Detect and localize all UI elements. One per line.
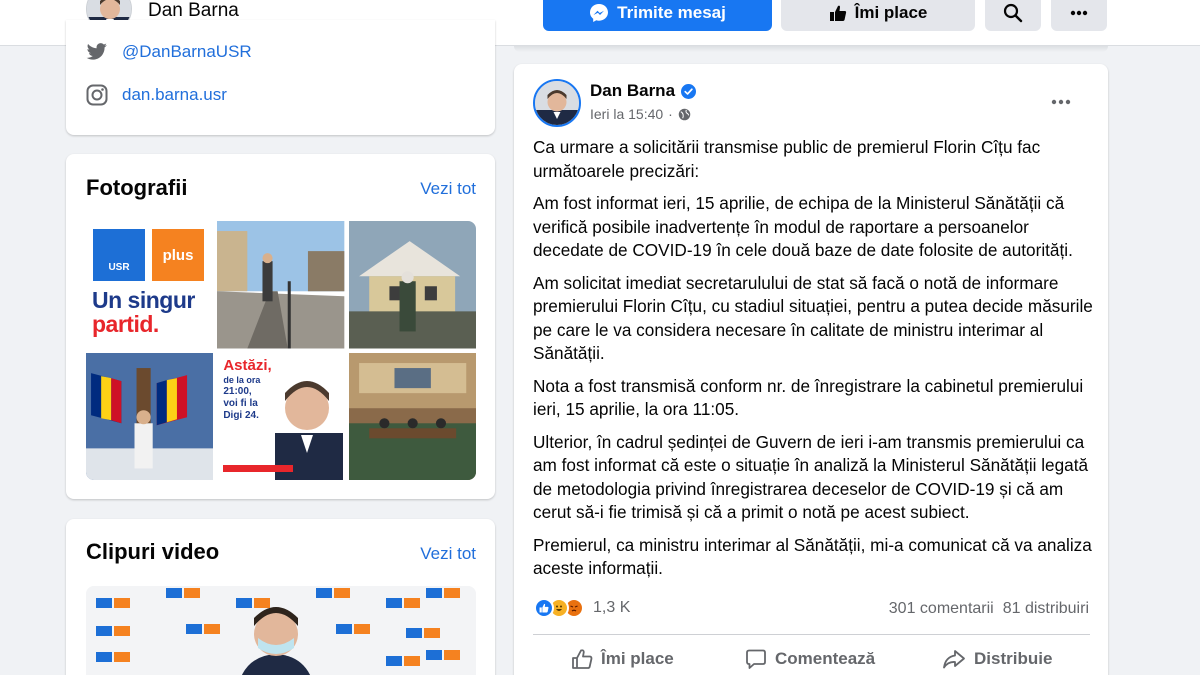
post-body: Ca urmare a solicitării transmise public…	[533, 136, 1095, 590]
like-page-label: Îmi place	[854, 2, 928, 22]
announcement-banner	[223, 464, 294, 472]
twitter-link[interactable]: @DanBarnaUSR	[122, 42, 252, 62]
post-author-avatar[interactable]	[533, 79, 581, 127]
photo-parliament[interactable]	[348, 352, 476, 480]
send-message-label: Trimite mesaj	[617, 2, 726, 22]
post-paragraph: Nota a fost transmisă conform nr. de înr…	[533, 375, 1084, 420]
comments-count[interactable]: 301 comentarii	[889, 600, 994, 618]
meta-separator: ·	[668, 106, 673, 122]
search-button[interactable]	[985, 0, 1041, 31]
poster-line-1: Un singur	[92, 287, 195, 313]
post-paragraph: Premierul, ca ministru interimar al Sănă…	[533, 534, 1092, 579]
announcement-headline: Astăzi,	[223, 356, 272, 374]
search-icon	[1003, 3, 1023, 22]
twitter-icon	[86, 43, 107, 60]
announcement-line-4: voi fi la	[223, 397, 258, 409]
post-author: Dan Barna	[590, 81, 697, 101]
photo-grid: USR plus Un singur partid. Astăzi, de la…	[86, 221, 476, 480]
reaction-count: 1,3 K	[593, 599, 631, 616]
intro-card: @DanBarnaUSR dan.barna.usr	[66, 20, 495, 135]
verified-badge-icon	[681, 83, 697, 99]
photo-digi24-announcement[interactable]: Astăzi, de la ora 21:00, voi fi la Digi …	[217, 352, 345, 480]
post-timestamp[interactable]: Ieri la 15:40	[590, 106, 663, 122]
reactions-summary[interactable]: 1,3 K	[534, 598, 630, 618]
globe-icon	[678, 108, 691, 120]
announcement-line-2: de la ora	[223, 374, 261, 385]
plus-logo-text: plus	[162, 246, 194, 264]
photos-see-all-link[interactable]: Vezi tot	[420, 179, 476, 199]
messenger-icon	[590, 3, 609, 22]
photo-usr-plus-poster[interactable]: USR plus Un singur partid.	[86, 221, 214, 349]
instagram-icon	[86, 84, 108, 106]
share-action-label: Distribuie	[974, 649, 1053, 668]
photo-street[interactable]	[217, 221, 345, 349]
announcement-line-5: Digi 24.	[223, 409, 259, 421]
share-arrow-icon	[943, 650, 965, 669]
share-action-button[interactable]: Distribuie	[942, 648, 1052, 670]
announcement-line-3: 21:00,	[223, 385, 252, 397]
thumbs-up-outline-icon	[572, 649, 593, 669]
poster-line-2: partid.	[92, 311, 159, 337]
shares-count[interactable]: 81 distribuiri	[1003, 600, 1089, 618]
like-reaction-icon	[534, 598, 554, 618]
send-message-button[interactable]: Trimite mesaj	[543, 0, 772, 31]
post-paragraph: Am solicitat imediat secretarulului de s…	[533, 272, 1093, 364]
page-name: Dan Barna	[148, 0, 239, 21]
post-card: Dan Barna Ieri la 15:40 · Ca urmare a so…	[514, 64, 1108, 675]
plus-logo: plus	[152, 229, 204, 281]
comment-action-label: Comentează	[775, 649, 876, 668]
like-page-button[interactable]: Îmi place	[781, 0, 975, 31]
action-divider	[533, 634, 1090, 635]
instagram-row: dan.barna.usr	[86, 84, 227, 106]
usr-logo: USR	[93, 229, 145, 281]
videos-card: Clipuri video Vezi tot	[66, 519, 495, 675]
photo-flags[interactable]	[86, 352, 214, 480]
like-action-label: Îmi place	[601, 649, 674, 668]
post-options-button[interactable]	[1051, 88, 1071, 111]
post-stats: 301 comentarii 81 distribuiri	[889, 600, 1089, 618]
video-thumbnail[interactable]	[86, 586, 476, 675]
post-author-name[interactable]: Dan Barna	[590, 81, 675, 101]
instagram-link[interactable]: dan.barna.usr	[122, 85, 227, 105]
more-dots-icon	[1051, 99, 1071, 105]
post-meta: Ieri la 15:40 ·	[590, 106, 691, 122]
like-action-button[interactable]: Îmi place	[571, 648, 674, 670]
more-dots-icon	[1070, 10, 1088, 15]
photos-title: Fotografii	[86, 175, 188, 200]
post-paragraph: Ulterior, în cadrul ședinței de Guvern d…	[533, 431, 1089, 523]
thumbs-up-icon	[829, 5, 846, 21]
previous-card-edge	[514, 46, 1108, 52]
comment-icon	[746, 649, 766, 669]
videos-title: Clipuri video	[86, 539, 220, 564]
post-paragraph: Ca urmare a solicitării transmise public…	[533, 137, 1041, 181]
comment-action-button[interactable]: Comentează	[745, 648, 875, 670]
photos-card: Fotografii Vezi tot USR plus Un singur p…	[66, 154, 495, 499]
more-options-button[interactable]	[1051, 0, 1107, 31]
usr-logo-text: USR	[108, 262, 130, 273]
post-paragraph: Am fost informat ieri, 15 aprilie, de ec…	[533, 193, 1073, 260]
photo-village[interactable]	[348, 221, 476, 349]
twitter-row: @DanBarnaUSR	[86, 42, 252, 62]
videos-see-all-link[interactable]: Vezi tot	[420, 544, 476, 564]
